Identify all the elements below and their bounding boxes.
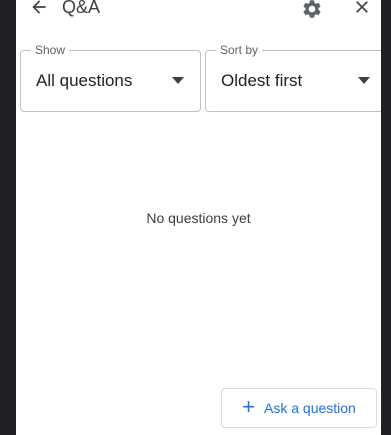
caret-down-icon [358,77,370,84]
panel-title: Q&A [62,0,101,17]
empty-state-text: No questions yet [146,210,251,226]
show-filter-value: All questions [36,71,133,90]
ask-question-button[interactable]: + Ask a question [221,388,377,428]
caret-down-icon [172,77,184,84]
sort-by-value: Oldest first [221,71,303,90]
gear-icon [303,0,321,18]
close-button[interactable] [349,0,375,20]
ask-question-label: Ask a question [264,400,356,416]
sort-by-label: Sort by [216,43,263,57]
sort-by-select[interactable]: Sort by Oldest first [205,43,381,112]
show-filter-label: Show [31,43,70,57]
panel-header: Q&A [16,0,381,30]
plus-icon: + [242,394,255,419]
close-icon [356,1,368,13]
qa-panel: Q&A Show All questions Sort by Oldest fi… [16,0,381,435]
window-edge [381,0,391,435]
settings-button[interactable] [299,0,325,22]
show-filter-select[interactable]: Show All questions [20,43,201,112]
arrow-left-icon [32,0,46,14]
back-button[interactable] [26,0,52,20]
